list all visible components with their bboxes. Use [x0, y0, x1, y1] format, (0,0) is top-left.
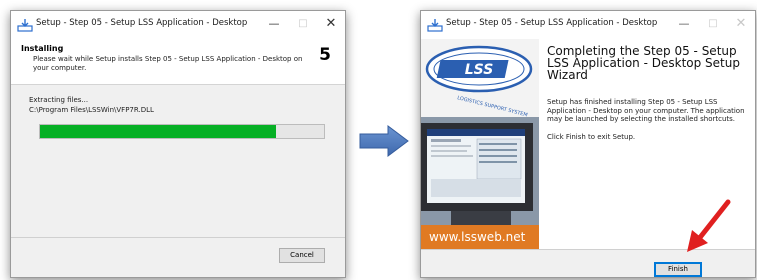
maximize-icon[interactable]: □: [289, 15, 317, 33]
close-icon[interactable]: ✕: [727, 15, 755, 33]
setup-icon: [427, 17, 443, 32]
website-text: www.lssweb.net: [429, 230, 526, 244]
title-bar[interactable]: Setup - Step 05 - Setup LSS Application …: [11, 11, 345, 39]
completion-heading: Completing the Step 05 - Setup LSS Appli…: [547, 44, 740, 82]
logo-arc-text: LOGISTICS SUPPORT SYSTEM: [457, 95, 529, 118]
red-pointer-arrow-icon: [687, 199, 731, 252]
window-title: Setup - Step 05 - Setup LSS Application …: [36, 18, 248, 28]
finish-button[interactable]: Finish: [654, 262, 702, 277]
website-banner: www.lssweb.net: [421, 225, 539, 251]
step-number: 5: [319, 45, 331, 65]
exit-instruction-text: Click Finish to exit Setup.: [547, 133, 636, 141]
progress-bar-fill: [40, 125, 276, 138]
header-description: Please wait while Setup installs Step 05…: [33, 55, 303, 72]
maximize-icon[interactable]: □: [699, 15, 727, 33]
setup-icon: [17, 17, 33, 32]
install-body: Extracting files... C:\Program Files\LSS…: [11, 86, 345, 237]
header-title: Installing: [21, 44, 64, 53]
minimize-icon[interactable]: —: [670, 15, 698, 33]
installing-window: Setup - Step 05 - Setup LSS Application …: [10, 10, 346, 278]
file-path: C:\Program Files\LSSWin\VFP7R.DLL: [29, 106, 154, 114]
window-title: Setup - Step 05 - Setup LSS Application …: [446, 18, 658, 28]
title-bar[interactable]: Setup - Step 05 - Setup LSS Application …: [421, 11, 755, 39]
logo-text: LSS: [465, 62, 494, 78]
right-arrow-icon: [359, 125, 409, 157]
header-panel: Installing Please wait while Setup insta…: [11, 39, 345, 85]
wizard-side-image: LSS LOGISTICS SUPPORT SYSTEM www.lssweb.…: [421, 39, 539, 251]
close-icon[interactable]: ✕: [317, 15, 345, 33]
completion-body-text: Setup has finished installing Step 05 - …: [547, 98, 745, 123]
progress-bar: [39, 124, 325, 139]
cancel-button[interactable]: Cancel: [279, 248, 325, 263]
minimize-icon[interactable]: —: [260, 15, 288, 33]
button-bar: Cancel: [11, 237, 345, 277]
status-text: Extracting files...: [29, 96, 89, 104]
